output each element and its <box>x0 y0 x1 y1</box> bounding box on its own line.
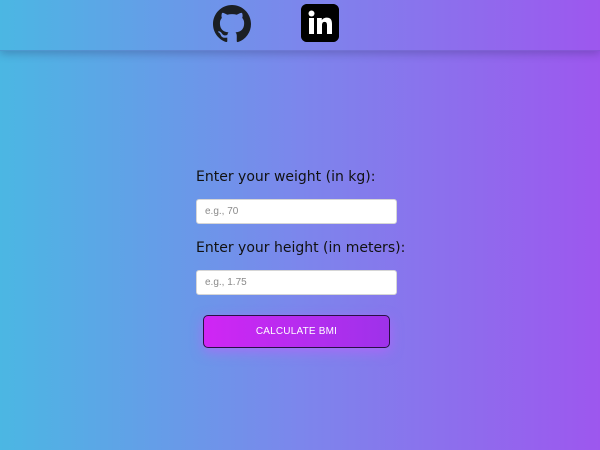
calculate-bmi-button[interactable]: CALCULATE BMI <box>203 315 390 348</box>
height-label: Enter your height (in meters): <box>196 240 406 256</box>
github-icon[interactable] <box>213 5 251 43</box>
weight-label: Enter your weight (in kg): <box>196 169 376 185</box>
top-bar <box>0 0 600 51</box>
linkedin-icon[interactable] <box>301 4 339 42</box>
height-input[interactable] <box>196 270 397 295</box>
weight-input[interactable] <box>196 199 397 224</box>
bmi-form: Enter your weight (in kg): Enter your he… <box>196 167 406 295</box>
